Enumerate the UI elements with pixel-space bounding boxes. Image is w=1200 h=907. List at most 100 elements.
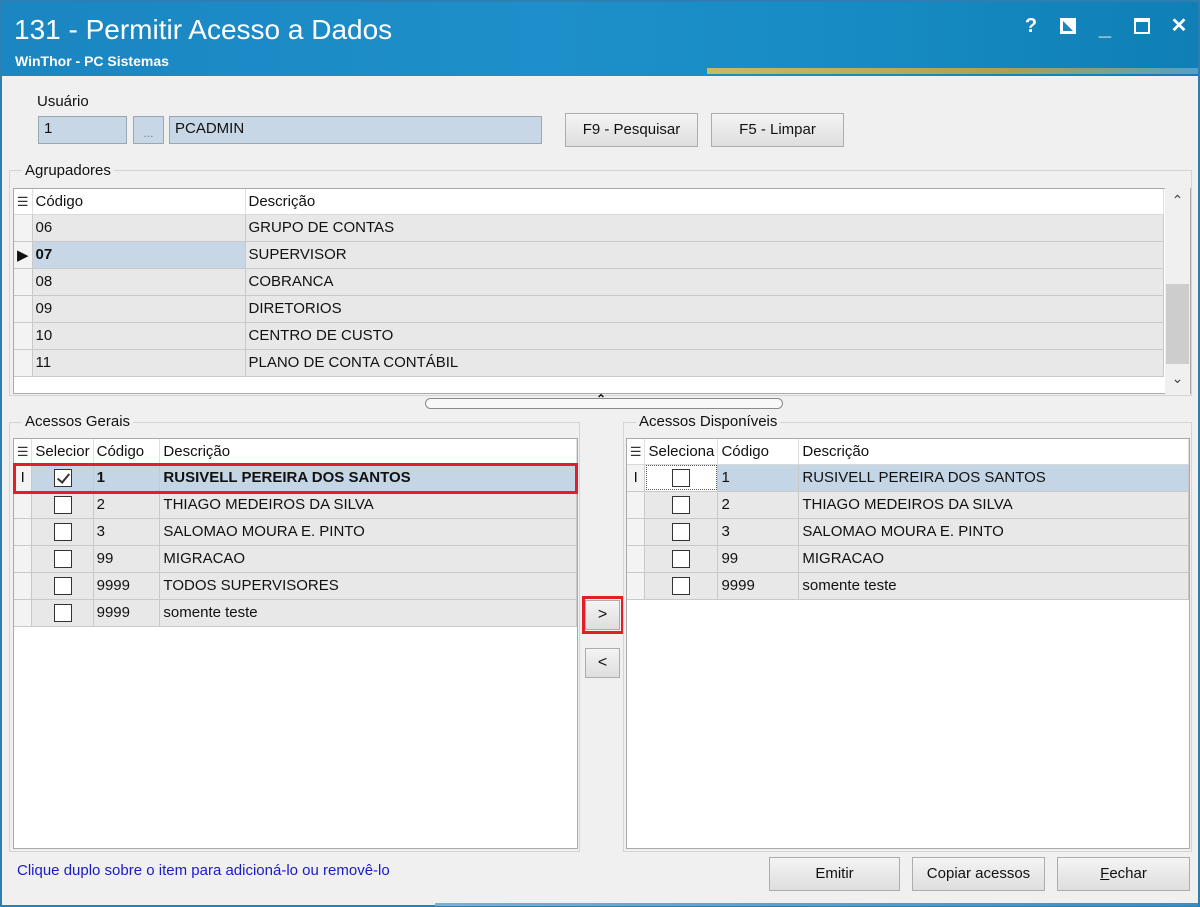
app-window: 131 - Permitir Acesso a Dados WinThor - … xyxy=(0,0,1200,907)
row-code: 09 xyxy=(32,295,246,323)
remove-access-button[interactable]: < xyxy=(585,648,620,678)
column-header-descricao[interactable]: Descrição xyxy=(245,189,1164,215)
row-code: 3 xyxy=(93,518,161,546)
column-header-codigo[interactable]: Código xyxy=(32,189,246,215)
column-header-selecionar[interactable]: Seleciona xyxy=(644,439,719,465)
row-code: 2 xyxy=(93,491,161,519)
highlight-callout xyxy=(582,596,624,634)
column-chooser-icon[interactable]: ☰ xyxy=(17,444,29,459)
table-row[interactable]: 3 SALOMAO MOURA E. PINTO xyxy=(14,518,577,546)
row-code: 10 xyxy=(32,322,246,350)
panel-splitter[interactable]: ⌃ xyxy=(425,392,783,409)
row-code: 08 xyxy=(32,268,246,296)
fechar-label: echar xyxy=(1109,865,1147,882)
text-cursor-icon: I xyxy=(633,469,638,486)
scroll-up-icon[interactable]: ⌃ xyxy=(1165,192,1190,212)
minimize-button[interactable]: _ xyxy=(1096,14,1114,42)
row-checkbox[interactable] xyxy=(53,603,72,622)
table-row-selected[interactable]: I 1 RUSIVELL PEREIRA DOS SANTOS xyxy=(627,464,1189,492)
row-code: 9999 xyxy=(93,599,161,627)
maximize-button[interactable] xyxy=(1134,18,1150,34)
row-description: SALOMAO MOURA E. PINTO xyxy=(798,518,1189,546)
column-header-codigo[interactable]: Código xyxy=(93,439,161,465)
table-row[interactable]: 9999 TODOS SUPERVISORES xyxy=(14,572,577,600)
row-checkbox[interactable] xyxy=(672,576,691,595)
acessos-disponiveis-label: Acessos Disponíveis xyxy=(636,413,781,430)
highlight-callout xyxy=(13,463,578,494)
acessos-disponiveis-grid[interactable]: ☰ Seleciona Código Descrição I 1 RUSIVEL… xyxy=(626,438,1190,849)
table-row[interactable]: 9999 somente teste xyxy=(14,599,577,627)
row-checkbox[interactable] xyxy=(53,495,72,514)
window-subtitle: WinThor - PC Sistemas xyxy=(15,53,169,69)
user-name-field[interactable]: PCADMIN xyxy=(169,116,542,144)
table-row[interactable]: 3 SALOMAO MOURA E. PINTO xyxy=(627,518,1189,546)
row-code: 9999 xyxy=(93,572,161,600)
table-row[interactable]: 08 COBRANCA xyxy=(14,268,1164,296)
row-code: 11 xyxy=(32,349,246,377)
row-description: somente teste xyxy=(159,599,577,627)
usuario-label: Usuário xyxy=(37,93,89,110)
column-header-descricao[interactable]: Descrição xyxy=(798,439,1189,465)
user-code-field[interactable]: 1 xyxy=(38,116,127,144)
row-code: 1 xyxy=(717,464,800,492)
table-row[interactable]: 2 THIAGO MEDEIROS DA SILVA xyxy=(627,491,1189,519)
scroll-down-icon[interactable]: ⌄ xyxy=(1165,370,1190,390)
acessos-gerais-label: Acessos Gerais xyxy=(22,413,134,430)
column-header-selecionar[interactable]: Selecior xyxy=(31,439,94,465)
search-button[interactable]: F9 - Pesquisar xyxy=(565,113,698,147)
row-code: 99 xyxy=(93,545,161,573)
row-description: DIRETORIOS xyxy=(245,295,1164,323)
column-header-codigo[interactable]: Código xyxy=(717,439,800,465)
scroll-thumb[interactable] xyxy=(1166,284,1189,364)
current-row-indicator-icon: ▶ xyxy=(16,246,29,264)
table-row[interactable]: 99 MIGRACAO xyxy=(627,545,1189,573)
row-code: 2 xyxy=(717,491,800,519)
agrupadores-grid[interactable]: ☰ Código Descrição 06 GRUPO DE CONTAS ▶ … xyxy=(13,188,1191,394)
row-description: COBRANCA xyxy=(245,268,1164,296)
close-form-button[interactable]: Fechar xyxy=(1057,857,1190,891)
column-chooser-icon[interactable]: ☰ xyxy=(17,194,29,209)
table-row[interactable]: 10 CENTRO DE CUSTO xyxy=(14,322,1164,350)
table-row[interactable]: 99 MIGRACAO xyxy=(14,545,577,573)
row-code: 3 xyxy=(717,518,800,546)
row-checkbox[interactable] xyxy=(672,495,691,514)
table-row[interactable]: 11 PLANO DE CONTA CONTÁBIL xyxy=(14,349,1164,377)
row-checkbox[interactable] xyxy=(672,522,691,541)
emitir-button[interactable]: Emitir xyxy=(769,857,900,891)
row-code: 9999 xyxy=(717,572,800,600)
row-checkbox[interactable] xyxy=(672,549,691,568)
table-row[interactable]: 2 THIAGO MEDEIROS DA SILVA xyxy=(14,491,577,519)
agrupadores-label: Agrupadores xyxy=(22,162,114,179)
row-description: PLANO DE CONTA CONTÁBIL xyxy=(245,349,1164,377)
row-description: THIAGO MEDEIROS DA SILVA xyxy=(159,491,577,519)
row-description: CENTRO DE CUSTO xyxy=(245,322,1164,350)
column-chooser-icon[interactable]: ☰ xyxy=(630,444,642,459)
row-code: 06 xyxy=(32,214,246,242)
row-checkbox[interactable] xyxy=(53,576,72,595)
row-description: somente teste xyxy=(798,572,1189,600)
grid-header: ☰ Selecior Código Descrição xyxy=(14,439,577,465)
hint-text: Clique duplo sobre o item para adicioná-… xyxy=(17,862,390,879)
table-row[interactable]: 06 GRUPO DE CONTAS xyxy=(14,214,1164,242)
acessos-gerais-grid[interactable]: ☰ Selecior Código Descrição I 1 RUSIVELL… xyxy=(13,438,578,849)
agrupadores-scrollbar[interactable]: ⌃ ⌄ xyxy=(1165,188,1190,394)
table-row[interactable]: 9999 somente teste xyxy=(627,572,1189,600)
help-button[interactable]: ? xyxy=(1022,14,1040,42)
chevron-up-icon[interactable]: ⌃ xyxy=(596,392,606,406)
table-row-current[interactable]: ▶ 07 SUPERVISOR xyxy=(14,241,1164,269)
row-checkbox[interactable] xyxy=(672,468,691,487)
table-row[interactable]: 09 DIRETORIOS xyxy=(14,295,1164,323)
row-description: THIAGO MEDEIROS DA SILVA xyxy=(798,491,1189,519)
resize-icon[interactable] xyxy=(1060,18,1076,34)
row-description: GRUPO DE CONTAS xyxy=(245,214,1164,242)
column-header-descricao[interactable]: Descrição xyxy=(159,439,577,465)
title-bar[interactable]: 131 - Permitir Acesso a Dados WinThor - … xyxy=(2,2,1198,76)
close-button[interactable]: ✕ xyxy=(1170,14,1188,42)
copy-access-button[interactable]: Copiar acessos xyxy=(912,857,1045,891)
row-checkbox[interactable] xyxy=(53,522,72,541)
grid-header: ☰ Código Descrição xyxy=(14,189,1164,215)
row-code: 99 xyxy=(717,545,800,573)
clear-button[interactable]: F5 - Limpar xyxy=(711,113,844,147)
row-checkbox[interactable] xyxy=(53,549,72,568)
user-lookup-button[interactable]: ... xyxy=(133,116,164,144)
